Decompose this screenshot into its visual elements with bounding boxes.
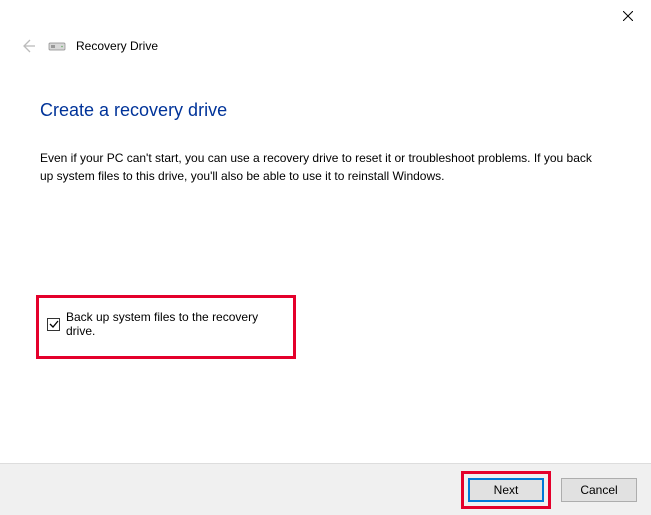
cancel-button[interactable]: Cancel xyxy=(561,478,637,502)
checkmark-icon xyxy=(49,319,59,329)
backup-checkbox-label: Back up system files to the recovery dri… xyxy=(66,310,285,338)
checkbox-highlight-box: Back up system files to the recovery dri… xyxy=(36,295,296,359)
page-heading: Create a recovery drive xyxy=(40,100,611,121)
close-button[interactable] xyxy=(605,0,651,32)
titlebar xyxy=(0,0,651,32)
recovery-drive-icon xyxy=(48,39,66,53)
next-button[interactable]: Next xyxy=(468,478,544,502)
wizard-header: Recovery Drive xyxy=(0,32,651,60)
description-text: Even if your PC can't start, you can use… xyxy=(40,149,600,185)
backup-checkbox[interactable] xyxy=(47,318,60,331)
back-arrow-icon xyxy=(20,38,36,54)
back-button[interactable] xyxy=(18,38,38,54)
footer: Next Cancel xyxy=(0,463,651,515)
next-highlight-box: Next xyxy=(461,471,551,509)
close-icon xyxy=(623,11,633,21)
header-title: Recovery Drive xyxy=(76,39,158,53)
backup-checkbox-row[interactable]: Back up system files to the recovery dri… xyxy=(47,310,285,338)
content-area: Create a recovery drive Even if your PC … xyxy=(0,60,651,359)
